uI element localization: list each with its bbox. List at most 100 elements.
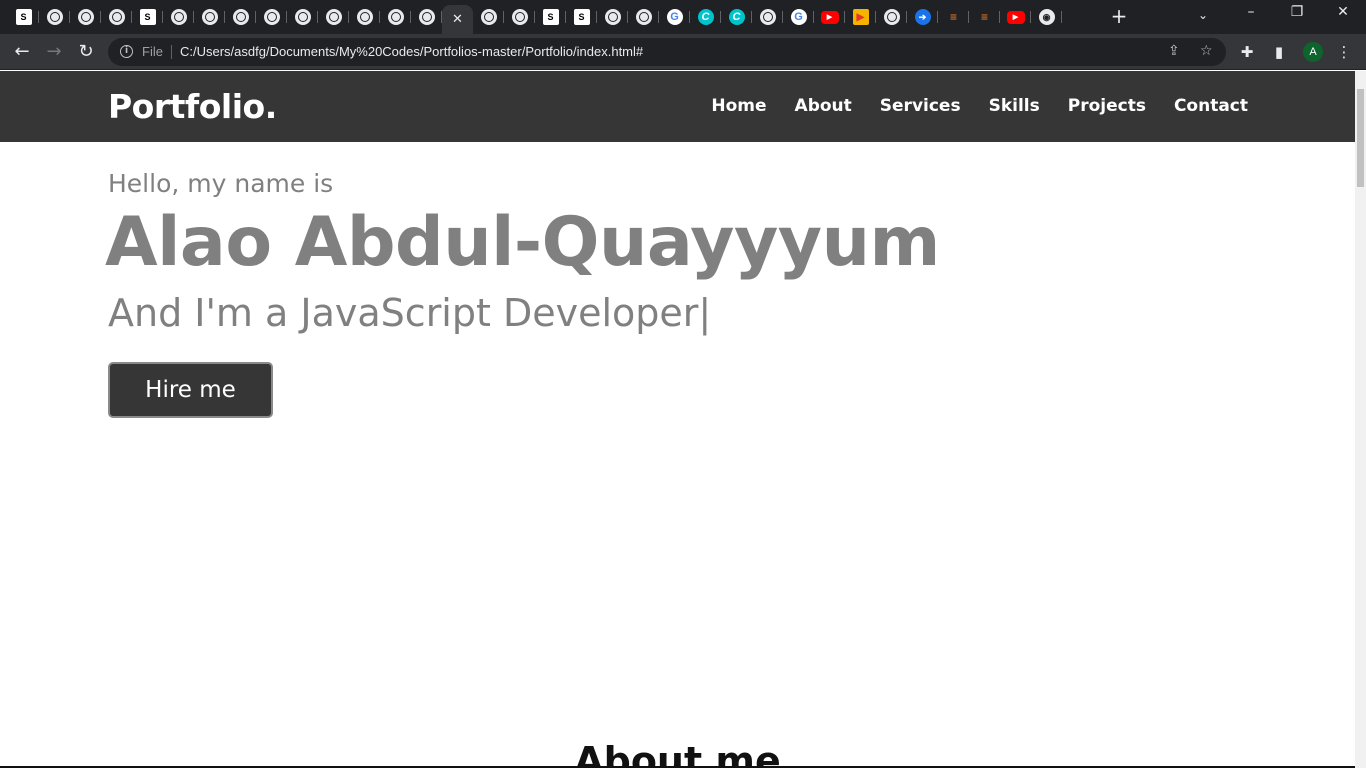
browser-tab[interactable] [101,5,132,29]
browser-tab[interactable] [39,5,70,29]
browser-tab[interactable]: C [690,5,721,29]
globe-icon [77,9,94,25]
restore-icon[interactable]: ❐ [1287,4,1307,20]
youtube-icon: ▶ [1006,10,1025,24]
tab-search-icon[interactable]: ⌄ [1198,8,1208,22]
browser-tab[interactable]: G [783,5,814,29]
stackoverflow-icon: ≡ [980,10,988,24]
soft-icon: S [139,9,156,25]
browser-tab[interactable] [225,5,256,29]
globe-icon [170,9,187,25]
browser-tab[interactable] [70,5,101,29]
browser-tab[interactable] [411,5,442,29]
browser-tab[interactable] [597,5,628,29]
canva-icon: C [728,9,745,25]
profile-avatar[interactable]: A [1303,42,1323,62]
info-icon[interactable]: i [120,45,133,58]
browser-tab[interactable]: ◉ [1031,5,1062,29]
url-text[interactable]: C:/Users/asdfg/Documents/My%20Codes/Port… [180,44,643,59]
browser-tab[interactable] [752,5,783,29]
browser-tab[interactable] [380,5,411,29]
browser-tab[interactable]: ▶ [1000,5,1031,29]
globe-icon [418,9,435,25]
globe-icon [294,9,311,25]
globe-icon [759,9,776,25]
globe-icon [201,9,218,25]
soft-icon: S [573,9,590,25]
browser-tab[interactable] [349,5,380,29]
bookmark-icon: ▶ [852,9,869,25]
globe-icon [232,9,249,25]
globe-icon [883,9,900,25]
side-panel-icon[interactable]: ▮ [1269,43,1289,61]
arrow-icon: ➔ [914,9,931,25]
nav-link-contact[interactable]: Contact [1174,96,1248,116]
canva-icon: C [697,9,714,25]
browser-tab[interactable] [287,5,318,29]
browser-tab[interactable]: ≡ [969,5,1000,29]
globe-icon [604,9,621,25]
browser-tab[interactable] [504,5,535,29]
share-icon[interactable]: ⇪ [1168,43,1180,59]
google-icon: G [790,9,807,25]
browser-tab[interactable] [876,5,907,29]
site-logo[interactable]: Portfolio. [108,87,277,126]
hire-me-button[interactable]: Hire me [108,362,273,418]
browser-tab[interactable]: S [566,5,597,29]
back-icon[interactable]: ← [10,41,34,63]
browser-tab[interactable]: C [721,5,752,29]
nav-link-services[interactable]: Services [880,96,961,116]
browser-tab[interactable]: ▶ [814,5,845,29]
scrollbar-thumb[interactable] [1357,89,1364,187]
site-navbar: Portfolio. Home About Services Skills Projec… [0,71,1355,142]
github-icon: ◉ [1038,9,1055,25]
nav-link-home[interactable]: Home [711,96,766,116]
browser-toolbar: ← → ↻ i File C:/Users/asdfg/Documents/My… [0,34,1366,70]
browser-tab[interactable]: G [659,5,690,29]
forward-icon[interactable]: → [42,41,66,63]
typing-cursor: | [698,291,712,335]
browser-tab[interactable]: ≡ [938,5,969,29]
globe-icon [325,9,342,25]
browser-tab[interactable]: S [535,5,566,29]
extensions-icon[interactable]: ✚ [1237,43,1257,61]
nav-link-skills[interactable]: Skills [989,96,1040,116]
nav-link-about[interactable]: About [795,96,852,116]
nav-link-projects[interactable]: Projects [1068,96,1146,116]
browser-tab[interactable]: S [132,5,163,29]
tab-active[interactable]: ✕ [442,5,473,34]
hero-role-line: And I'm a JavaScript Developer| [108,291,711,335]
stackoverflow-icon: ≡ [949,10,957,24]
tab-list: S S ✕ S S G C C G ▶ ▶ ➔ ≡ ≡ ▶ ◉ [8,5,1062,34]
globe-icon [480,9,497,25]
browser-tab[interactable]: ➔ [907,5,938,29]
page-viewport: Portfolio. Home About Services Skills Projec… [0,71,1366,768]
tab-close-icon[interactable]: ✕ [452,12,463,27]
browser-tab[interactable] [628,5,659,29]
browser-tab[interactable]: ▶ [845,5,876,29]
bookmark-star-icon[interactable]: ☆ [1200,43,1213,59]
browser-tab[interactable] [318,5,349,29]
globe-icon [108,9,125,25]
reload-icon[interactable]: ↻ [74,41,98,63]
hero-name: Alao Abdul-Quayyyum [105,203,940,282]
soft-icon: S [15,9,32,25]
address-bar[interactable]: i File C:/Users/asdfg/Documents/My%20Cod… [108,38,1226,66]
globe-icon [356,9,373,25]
browser-tab-strip: S S ✕ S S G C C G ▶ ▶ ➔ ≡ ≡ ▶ ◉ + ⌄ – ❐ ✕ [0,0,1366,34]
close-window-icon[interactable]: ✕ [1333,4,1353,20]
globe-icon [387,9,404,25]
browser-tab[interactable] [163,5,194,29]
browser-tab[interactable]: S [8,5,39,29]
browser-tab[interactable] [194,5,225,29]
google-icon: G [666,9,683,25]
menu-kebab-icon[interactable]: ⋮ [1334,43,1354,61]
page-scrollbar[interactable] [1355,71,1366,768]
globe-icon [511,9,528,25]
soft-icon: S [542,9,559,25]
site-menu: Home About Services Skills Projects Contact [711,96,1248,116]
browser-tab[interactable] [256,5,287,29]
browser-tab[interactable] [473,5,504,29]
new-tab-button[interactable]: + [1110,6,1128,26]
minimize-icon[interactable]: – [1241,4,1261,20]
